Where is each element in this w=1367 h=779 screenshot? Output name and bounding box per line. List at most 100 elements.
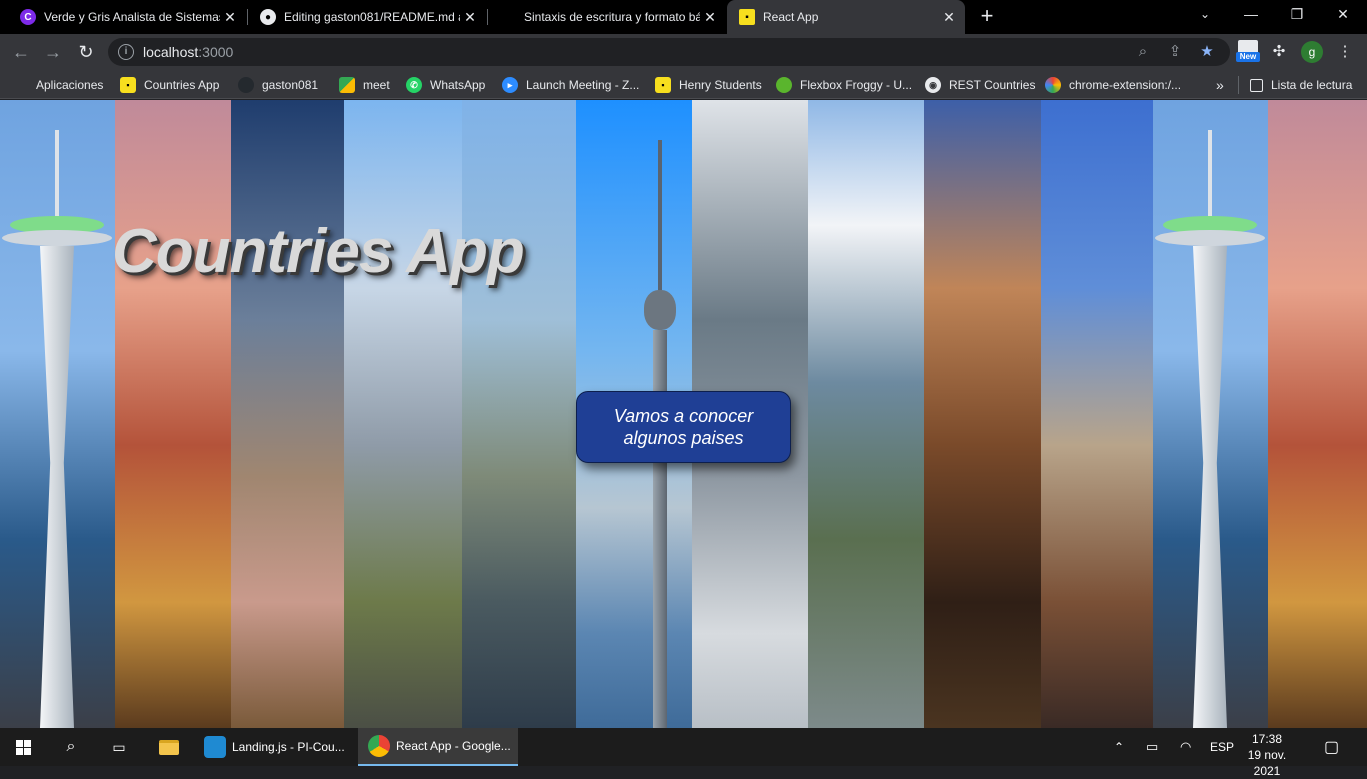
tab-strip: C Verde y Gris Analista de Sistemas ✕ ● …	[0, 0, 1367, 34]
vscode-icon	[204, 736, 226, 758]
bookmark-star-icon[interactable]: ★	[1198, 43, 1216, 61]
bookmark-henry-students[interactable]: ▪ Henry Students	[655, 76, 762, 94]
froggy-icon	[776, 77, 792, 93]
bookmark-label: gaston081	[262, 78, 319, 92]
input-language[interactable]: ESP	[1210, 728, 1234, 766]
url-text[interactable]: localhost:3000	[143, 44, 233, 60]
app-icon: ▪	[655, 77, 671, 93]
chrome-icon	[368, 735, 390, 757]
new-badge: New	[1236, 52, 1260, 62]
taskbar-app-label: React App - Google...	[396, 739, 511, 753]
enter-button-label: Vamos a conocer algunos paises	[613, 406, 754, 448]
github-icon	[238, 77, 254, 93]
bookmark-label: Henry Students	[679, 78, 762, 92]
battery-icon[interactable]: ▭	[1146, 728, 1158, 766]
window-close-button[interactable]: ✕	[1320, 0, 1366, 30]
back-icon[interactable]: ←	[9, 40, 33, 64]
tab-title: React App	[763, 10, 819, 24]
reading-list-button[interactable]: Lista de lectura	[1250, 76, 1352, 94]
clock-date: 19 nov. 2021	[1247, 748, 1287, 778]
reading-list-icon	[1250, 78, 1263, 92]
address-bar[interactable]: i localhost:3000 ⌕ ⇪ ★	[108, 38, 1230, 66]
canva-icon: C	[20, 9, 36, 25]
more-bookmarks-icon[interactable]: »	[1216, 76, 1224, 94]
github-icon: ●	[260, 9, 276, 25]
city-photo-strip	[344, 100, 462, 728]
windows-logo-icon	[15, 739, 31, 755]
bookmark-zoom[interactable]: ▸ Launch Meeting - Z...	[502, 76, 639, 94]
close-icon[interactable]: ✕	[460, 9, 480, 26]
windows-taskbar: ⌕ ▭ Landing.js - PI-Cou... React App - G…	[0, 728, 1367, 778]
city-photo-strip	[462, 100, 576, 728]
bookmark-aplicaciones[interactable]: Aplicaciones	[14, 76, 103, 94]
tab-sintaxis[interactable]: Sintaxis de escritura y formato bá ✕	[488, 0, 726, 34]
bookmarks-bar: Aplicaciones ▪ Countries App gaston081 m…	[0, 70, 1367, 99]
windows-start-icon[interactable]	[0, 728, 46, 766]
bookmark-rest-countries[interactable]: ◉ REST Countries	[925, 76, 1035, 94]
task-view-icon[interactable]: ▭	[96, 728, 142, 766]
tab-title: Verde y Gris Analista de Sistemas	[44, 10, 220, 24]
taskbar-app-vscode[interactable]: Landing.js - PI-Cou...	[194, 728, 356, 766]
restore-button[interactable]: ❐	[1274, 0, 1320, 30]
bookmark-meet[interactable]: meet	[339, 76, 390, 94]
bookmark-whatsapp[interactable]: ✆ WhatsApp	[406, 76, 485, 94]
bookmark-countries-app[interactable]: ▪ Countries App	[120, 76, 219, 94]
city-photo-strip	[808, 100, 924, 728]
bookmark-label: WhatsApp	[430, 78, 486, 92]
taskbar-app-chrome[interactable]: React App - Google...	[358, 728, 518, 766]
site-info-icon[interactable]: i	[118, 44, 134, 60]
bookmark-label: Countries App	[144, 78, 220, 92]
clock-time: 17:38	[1251, 732, 1283, 746]
bookmark-label: meet	[363, 78, 390, 92]
tab-title: Editing gaston081/README.md at	[284, 10, 460, 24]
tab-github[interactable]: ● Editing gaston081/README.md at ✕	[248, 0, 486, 34]
close-icon[interactable]: ✕	[939, 9, 959, 26]
tower-silhouette	[1155, 130, 1265, 728]
reload-icon[interactable]: ↻	[74, 40, 98, 64]
tower-silhouette	[2, 130, 112, 728]
apps-grid-icon	[14, 78, 28, 92]
zoom-icon: ▸	[502, 77, 518, 93]
tab-canva[interactable]: C Verde y Gris Analista de Sistemas ✕	[8, 0, 246, 34]
folder-icon	[159, 739, 179, 755]
bookmark-label: chrome-extension:/...	[1069, 78, 1182, 92]
browser-toolbar: ← → ↻ i localhost:3000 ⌕ ⇪ ★ New ✣ g ⋮	[0, 34, 1367, 70]
page-title: Countries App	[112, 217, 525, 286]
file-explorer-icon[interactable]	[146, 728, 192, 766]
whatsapp-icon: ✆	[406, 77, 422, 93]
show-hidden-icons[interactable]: ⌃	[1114, 728, 1124, 766]
notifications-icon[interactable]: ▢	[1324, 728, 1339, 766]
search-icon[interactable]: ⌕	[48, 728, 94, 766]
system-clock[interactable]: 17:38 19 nov. 2021	[1236, 731, 1298, 779]
city-photo-strip	[1041, 100, 1153, 728]
new-tab-button[interactable]: +	[976, 5, 998, 29]
landing-page: Countries App Vamos a conocer algunos pa…	[0, 100, 1367, 728]
app-icon: ▪	[120, 77, 136, 93]
profile-avatar[interactable]: g	[1301, 41, 1323, 63]
tab-react-app[interactable]: ▪ React App ✕	[727, 0, 965, 34]
bookmark-chrome-extension[interactable]: chrome-extension:/...	[1045, 76, 1181, 94]
forward-icon[interactable]: →	[41, 40, 65, 64]
bookmark-label: REST Countries	[949, 78, 1036, 92]
extensions-puzzle-icon[interactable]: ✣	[1270, 43, 1288, 61]
close-icon[interactable]: ✕	[700, 9, 720, 26]
enter-button[interactable]: Vamos a conocer algunos paises	[576, 391, 791, 463]
menu-kebab-icon[interactable]: ⋮	[1336, 43, 1354, 61]
zoom-icon[interactable]: ⌕	[1134, 43, 1152, 61]
share-icon[interactable]: ⇪	[1166, 43, 1184, 61]
wifi-icon[interactable]: ◠	[1180, 728, 1191, 766]
reading-list-label: Lista de lectura	[1271, 78, 1353, 92]
bookmark-label: Aplicaciones	[36, 78, 104, 92]
bookmark-flexbox-froggy[interactable]: Flexbox Froggy - U...	[776, 76, 912, 94]
tab-search-icon[interactable]: ⌄	[1182, 0, 1228, 30]
minimize-button[interactable]: —	[1228, 0, 1274, 30]
globe-icon: ◉	[925, 77, 941, 93]
bookmark-label: Launch Meeting - Z...	[526, 78, 640, 92]
city-photo-strip	[231, 100, 344, 728]
city-photo-strip	[924, 100, 1041, 728]
page-icon	[500, 9, 516, 25]
extension-new-icon[interactable]: New	[1236, 39, 1260, 63]
bookmark-gaston081[interactable]: gaston081	[238, 76, 318, 94]
close-icon[interactable]: ✕	[220, 9, 240, 26]
tab-title: Sintaxis de escritura y formato bá	[524, 10, 700, 24]
